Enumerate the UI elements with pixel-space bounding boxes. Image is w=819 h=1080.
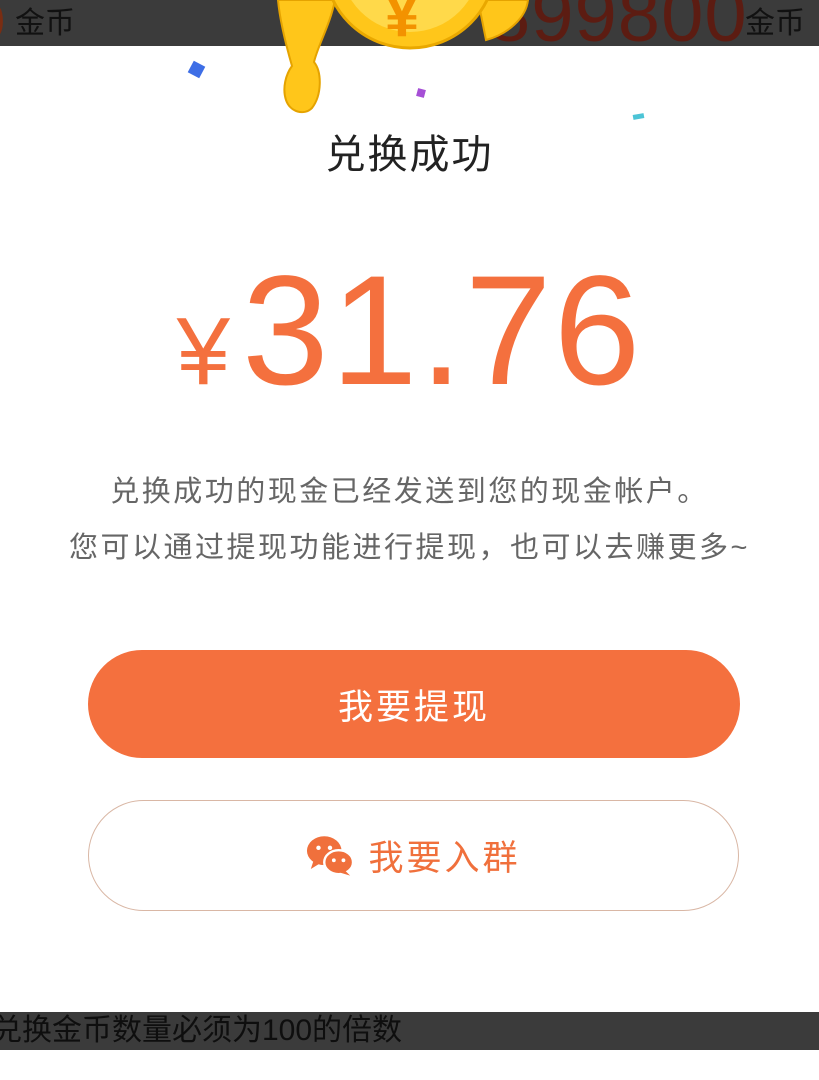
cash-amount: ¥ 31.76	[0, 253, 819, 430]
exchange-success-dialog: 兑换成功 ¥ 31.76 兑换成功的现金已经发送到您的现金帐户。 您可以通过提现…	[0, 46, 819, 1012]
currency-symbol: ¥	[176, 298, 230, 405]
join-group-button-label: 我要入群	[368, 839, 521, 878]
dimmed-page-footer: 兑换金币数量必须为100的倍数	[0, 1012, 819, 1050]
confetti-piece	[187, 60, 206, 79]
coin-total: 899800	[488, 0, 748, 46]
dialog-message: 兑换成功的现金已经发送到您的现金帐户。 您可以通过提现功能进行提现，也可以去赚更…	[0, 464, 819, 576]
withdraw-button[interactable]: 我要提现	[88, 650, 740, 758]
message-line: 您可以通过提现功能进行提现，也可以去赚更多~	[69, 532, 750, 564]
confetti-piece	[632, 113, 645, 120]
exchange-rule-notice: 兑换金币数量必须为100的倍数	[0, 1014, 403, 1047]
message-line: 兑换成功的现金已经发送到您的现金帐户。	[110, 476, 709, 508]
dimmed-page-header: 0 金币 899800 金币	[0, 0, 819, 46]
withdraw-button-label: 我要提现	[337, 687, 490, 727]
wechat-icon	[306, 834, 355, 877]
screen: 0 金币 899800 金币 兑换成功 ¥ 31.76 兑换成功的现金已经发送到…	[0, 0, 819, 1080]
join-group-button[interactable]: 我要入群	[88, 800, 739, 911]
confetti-piece	[416, 88, 426, 98]
amount-value: 31.76	[242, 244, 643, 418]
coin-unit-right: 金币	[745, 7, 805, 40]
balance-unit-left: 金币	[15, 7, 75, 40]
dialog-title: 兑换成功	[325, 133, 494, 177]
balance-partial-digit: 0	[0, 0, 5, 46]
